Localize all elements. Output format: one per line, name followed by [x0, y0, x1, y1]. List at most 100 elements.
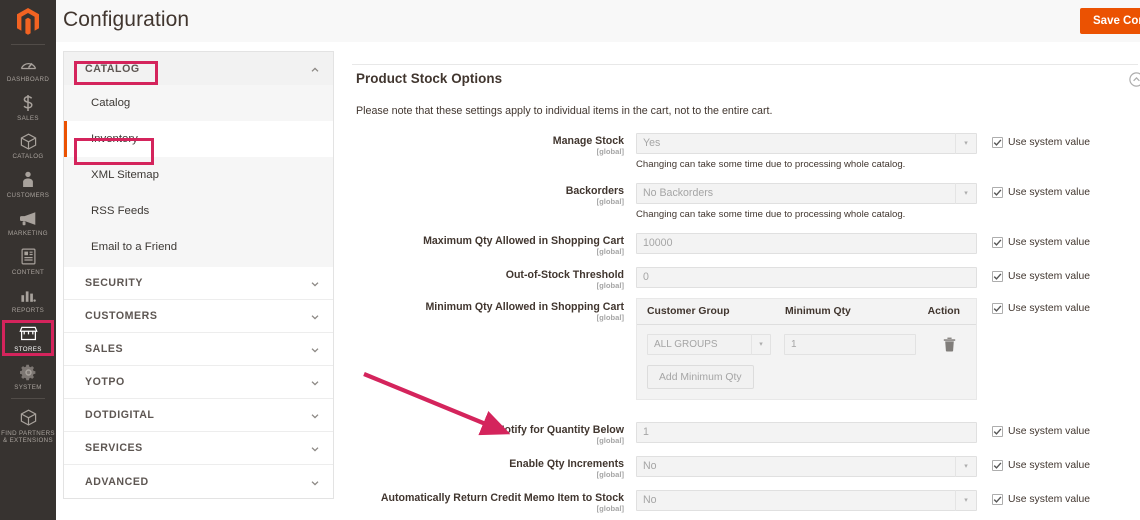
use-system-value-auto-return-credit-memo[interactable]: Use system value — [992, 494, 1090, 505]
nav-section-advanced[interactable]: Advanced — [64, 465, 333, 498]
sidebar-item-sales[interactable]: Sales — [0, 88, 56, 127]
chevron-down-icon — [311, 444, 319, 452]
use-system-value-label: Use system value — [1008, 137, 1090, 148]
select-value: ALL GROUPS — [654, 338, 718, 350]
nav-section-yotpo[interactable]: Yotpo — [64, 366, 333, 399]
nav-section-label: Security — [85, 277, 143, 289]
auto-return-credit-memo-select[interactable]: No ▾ — [636, 490, 977, 511]
max-qty-input[interactable]: 10000 — [636, 233, 977, 254]
nav-subitems-catalog: Catalog Inventory XML Sitemap RSS Feeds … — [64, 85, 333, 267]
sidebar-item-dashboard[interactable]: Dashboard — [0, 49, 56, 88]
nav-item-catalog[interactable]: Catalog — [64, 85, 333, 121]
use-system-value-notify-qty-below[interactable]: Use system value — [992, 426, 1090, 437]
sidebar-label: System — [14, 384, 42, 391]
gear-icon — [17, 362, 39, 382]
nav-section-label: Dotdigital — [85, 409, 155, 421]
use-system-value-out-of-stock-threshold[interactable]: Use system value — [992, 271, 1090, 282]
section-note: Please note that these settings apply to… — [356, 105, 773, 117]
chevron-down-icon — [311, 478, 319, 486]
chevron-down-icon — [311, 411, 319, 419]
nav-section-customers[interactable]: Customers — [64, 300, 333, 333]
checkbox-checked-icon[interactable] — [992, 460, 1003, 471]
content-area: Catalog Catalog Inventory XML Sitemap — [56, 42, 1140, 520]
checkbox-checked-icon[interactable] — [992, 303, 1003, 314]
section-title: Product Stock Options — [356, 71, 503, 86]
chevron-down-icon — [311, 378, 319, 386]
field-hint-manage-stock: Changing can take some time due to proce… — [636, 159, 906, 170]
label-text: Notify for Quantity Below — [496, 424, 624, 436]
trash-icon[interactable] — [941, 335, 957, 353]
chevron-down-icon: ▾ — [955, 490, 976, 511]
label-text: Manage Stock — [552, 135, 624, 147]
settings-panel: Product Stock Options Please note that t… — [342, 42, 1140, 520]
table-header-row: Customer Group Minimum Qty Action — [637, 299, 976, 325]
scope-tag: [global] — [596, 147, 624, 156]
sidebar-item-system[interactable]: System — [0, 357, 56, 396]
sidebar-item-customers[interactable]: Customers — [0, 165, 56, 204]
nav-section-security[interactable]: Security — [64, 267, 333, 300]
use-system-value-manage-stock[interactable]: Use system value — [992, 137, 1090, 148]
field-label-max-qty: Maximum Qty Allowed in Shopping Cart [gl… — [342, 235, 624, 257]
use-system-value-min-qty[interactable]: Use system value — [992, 303, 1090, 314]
select-value: No Backorders — [643, 187, 714, 199]
customer-group-select[interactable]: ALL GROUPS ▾ — [647, 333, 771, 355]
use-system-value-enable-qty-increments[interactable]: Use system value — [992, 460, 1090, 471]
configuration-nav: Catalog Catalog Inventory XML Sitemap — [63, 51, 334, 499]
bar-chart-icon — [17, 285, 39, 305]
sidebar-item-marketing[interactable]: Marketing — [0, 203, 56, 242]
chevron-down-icon: ▾ — [955, 456, 976, 477]
use-system-value-label: Use system value — [1008, 303, 1090, 314]
nav-section-sales[interactable]: Sales — [64, 333, 333, 366]
chevron-collapse-icon[interactable] — [1129, 72, 1140, 87]
nav-item-inventory[interactable]: Inventory — [64, 121, 333, 157]
manage-stock-select[interactable]: Yes ▾ — [636, 133, 977, 154]
sidebar-item-stores[interactable]: Stores — [0, 319, 56, 358]
sidebar-label: Content — [11, 268, 45, 276]
save-config-button[interactable]: Save Config — [1080, 8, 1140, 34]
notify-qty-below-input[interactable]: 1 — [636, 422, 977, 443]
backorders-select[interactable]: No Backorders ▾ — [636, 183, 977, 204]
enable-qty-increments-select[interactable]: No ▾ — [636, 456, 977, 477]
nav-section-services[interactable]: Services — [64, 432, 333, 465]
checkbox-checked-icon[interactable] — [992, 494, 1003, 505]
use-system-value-label: Use system value — [1008, 271, 1090, 282]
rail-divider — [11, 44, 45, 45]
scope-tag: [global] — [596, 281, 624, 290]
use-system-value-backorders[interactable]: Use system value — [992, 187, 1090, 198]
sidebar-item-find-partners[interactable]: Find Partners & Extensions — [0, 403, 56, 449]
chevron-down-icon — [311, 279, 319, 287]
person-icon — [17, 170, 39, 190]
sidebar-item-content[interactable]: Content — [0, 242, 56, 281]
out-of-stock-threshold-input[interactable]: 0 — [636, 267, 977, 288]
sidebar-item-catalog[interactable]: Catalog — [0, 126, 56, 165]
magento-logo-icon[interactable] — [0, 0, 56, 42]
field-control-enable-qty-increments: No ▾ — [636, 456, 977, 477]
use-system-value-max-qty[interactable]: Use system value — [992, 237, 1090, 248]
scope-tag: [global] — [596, 470, 624, 479]
checkbox-checked-icon[interactable] — [992, 426, 1003, 437]
checkbox-checked-icon[interactable] — [992, 271, 1003, 282]
label-text: Maximum Qty Allowed in Shopping Cart — [423, 235, 624, 247]
nav-item-xml-sitemap[interactable]: XML Sitemap — [64, 157, 333, 193]
nav-section-label: Services — [85, 442, 143, 454]
add-minimum-qty-button[interactable]: Add Minimum Qty — [647, 365, 754, 389]
label-text: Backorders — [565, 185, 624, 197]
nav-section-catalog[interactable]: Catalog — [64, 52, 333, 85]
sidebar-label: Sales — [17, 114, 39, 122]
nav-item-label: Inventory — [91, 133, 138, 145]
select-value: Yes — [643, 137, 661, 149]
sidebar-item-reports[interactable]: Reports — [0, 280, 56, 319]
minimum-qty-input[interactable]: 1 — [784, 333, 916, 355]
checkbox-checked-icon[interactable] — [992, 137, 1003, 148]
label-text: Enable Qty Increments — [509, 458, 624, 470]
checkbox-checked-icon[interactable] — [992, 237, 1003, 248]
scope-tag: [global] — [596, 313, 624, 322]
nav-item-email-to-a-friend[interactable]: Email to a Friend — [64, 229, 333, 265]
page-icon — [17, 247, 39, 267]
nav-section-label: Sales — [85, 343, 124, 355]
field-control-backorders: No Backorders ▾ — [636, 183, 977, 204]
checkbox-checked-icon[interactable] — [992, 187, 1003, 198]
nav-section-dotdigital[interactable]: Dotdigital — [64, 399, 333, 432]
nav-item-rss-feeds[interactable]: RSS Feeds — [64, 193, 333, 229]
sidebar-label: Reports — [11, 307, 45, 314]
